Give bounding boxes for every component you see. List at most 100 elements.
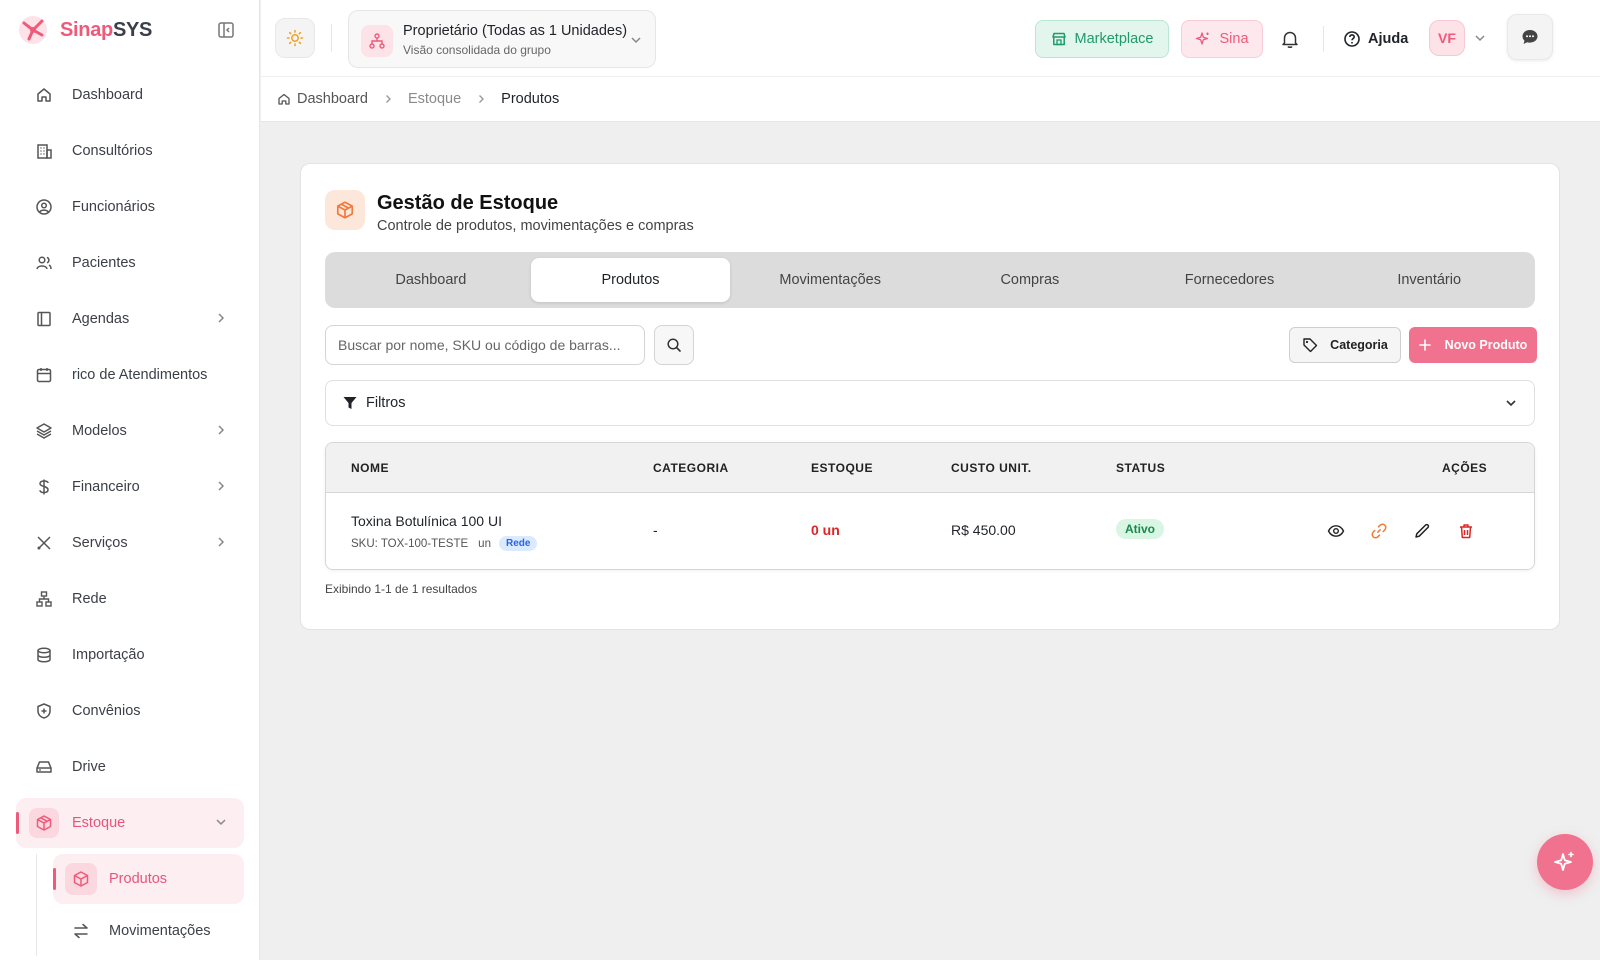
sidebar-item-pacientes[interactable]: Pacientes bbox=[16, 238, 244, 288]
sidebar-item-label: Rede bbox=[72, 591, 107, 607]
sidebar-item-estoque[interactable]: Estoque bbox=[16, 798, 244, 848]
sidebar-item-convenios[interactable]: Convênios bbox=[16, 686, 244, 736]
marketplace-button[interactable]: Marketplace bbox=[1035, 20, 1169, 58]
chevron-down-icon bbox=[1506, 400, 1516, 407]
product-name: Toxina Botulínica 100 UI bbox=[351, 513, 502, 529]
column-header: CATEGORIA bbox=[653, 461, 729, 475]
view-icon[interactable] bbox=[1327, 522, 1345, 540]
sidebar-item-label: Importação bbox=[72, 647, 145, 663]
help-button[interactable]: Ajuda bbox=[1343, 28, 1408, 50]
chevron-right-icon bbox=[475, 93, 487, 105]
package-icon bbox=[65, 863, 97, 895]
chevron-right-icon bbox=[218, 425, 225, 435]
product-meta: SKU: TOX-100-TESTE un Rede bbox=[351, 536, 538, 551]
theme-toggle-button[interactable] bbox=[275, 18, 315, 58]
tab-produtos[interactable]: Produtos bbox=[530, 258, 731, 302]
products-table: NOME CATEGORIA ESTOQUE CUSTO UNIT. STATU… bbox=[325, 442, 1535, 570]
package-icon bbox=[29, 808, 59, 838]
brand-name: SinapSYS bbox=[60, 18, 153, 41]
tab-movimentacoes[interactable]: Movimentações bbox=[730, 258, 930, 302]
sidebar-item-dashboard[interactable]: Dashboard bbox=[16, 70, 244, 120]
filter-icon bbox=[343, 397, 357, 409]
avatar[interactable]: VF bbox=[1429, 20, 1465, 56]
plus-icon bbox=[1418, 339, 1431, 351]
search-button[interactable] bbox=[654, 325, 694, 365]
product-unit: un bbox=[478, 537, 491, 550]
book-icon bbox=[34, 309, 54, 329]
sidebar-subitem-label: Produtos bbox=[109, 871, 168, 887]
topbar: Proprietário (Todas as 1 Unidades) Visão… bbox=[261, 0, 1600, 76]
dollar-icon bbox=[34, 477, 54, 497]
hard-drive-icon bbox=[34, 757, 54, 777]
sidebar-item-label: Estoque bbox=[72, 815, 126, 831]
sidebar-item-label: Pacientes bbox=[72, 255, 136, 271]
database-icon bbox=[34, 645, 54, 665]
sidebar-item-financeiro[interactable]: Financeiro bbox=[16, 462, 244, 512]
results-count: Exibindo 1-1 de 1 resultados bbox=[325, 582, 478, 596]
building-icon bbox=[34, 141, 54, 161]
product-stock: 0 un bbox=[811, 522, 840, 538]
marketplace-label: Marketplace bbox=[1074, 31, 1154, 47]
tab-dashboard[interactable]: Dashboard bbox=[331, 258, 531, 302]
sidebar-item-consultorios[interactable]: Consultórios bbox=[16, 126, 244, 176]
sparkles-icon bbox=[1554, 851, 1574, 871]
edit-icon[interactable] bbox=[1413, 522, 1431, 540]
sidebar-nav: Dashboard Consultórios Funcionários Paci… bbox=[16, 70, 244, 958]
chevron-down-icon[interactable] bbox=[1473, 31, 1487, 45]
sidebar-item-servicos[interactable]: Serviços bbox=[16, 518, 244, 568]
breadcrumb: Dashboard Estoque Produtos bbox=[261, 76, 1600, 122]
sun-icon bbox=[286, 29, 304, 47]
filters-label: Filtros bbox=[366, 395, 406, 411]
chevron-right-icon bbox=[218, 481, 225, 491]
sidebar-item-drive[interactable]: Drive bbox=[16, 742, 244, 792]
category-button[interactable]: Categoria bbox=[1289, 327, 1401, 363]
tab-compras[interactable]: Compras bbox=[930, 258, 1130, 302]
bell-icon[interactable] bbox=[1279, 28, 1301, 50]
calendar-icon bbox=[34, 365, 54, 385]
sidebar-item-importacao[interactable]: Importação bbox=[16, 630, 244, 680]
store-icon bbox=[1051, 31, 1067, 47]
sidebar-subitem-movimentacoes[interactable]: Movimentações bbox=[53, 906, 244, 956]
breadcrumb-section[interactable]: Estoque bbox=[408, 91, 461, 107]
link-icon[interactable] bbox=[1370, 522, 1388, 540]
tab-fornecedores[interactable]: Fornecedores bbox=[1130, 258, 1330, 302]
table-row[interactable]: Toxina Botulínica 100 UI SKU: TOX-100-TE… bbox=[326, 493, 1534, 569]
ai-assistant-button[interactable] bbox=[1537, 834, 1593, 890]
tab-inventario[interactable]: Inventário bbox=[1329, 258, 1529, 302]
breadcrumb-home[interactable]: Dashboard bbox=[277, 91, 368, 107]
sidebar-item-funcionarios[interactable]: Funcionários bbox=[16, 182, 244, 232]
sidebar-item-label: Agendas bbox=[72, 311, 130, 327]
sidebar-item-agendas[interactable]: Agendas bbox=[16, 294, 244, 344]
help-label: Ajuda bbox=[1368, 31, 1409, 47]
package-icon bbox=[325, 190, 365, 230]
unit-subtitle: Visão consolidada do grupo bbox=[403, 43, 551, 57]
sidebar-collapse-icon[interactable] bbox=[216, 20, 236, 40]
trash-icon[interactable] bbox=[1457, 522, 1475, 540]
chat-button[interactable] bbox=[1507, 14, 1553, 60]
chat-bubble-icon bbox=[1522, 30, 1538, 44]
column-header: NOME bbox=[351, 461, 389, 475]
sidebar-subitem-produtos[interactable]: Produtos bbox=[53, 854, 244, 904]
sidebar-item-label: Modelos bbox=[72, 423, 127, 439]
filters-toggle[interactable]: Filtros bbox=[325, 380, 1535, 426]
breadcrumb-home-label: Dashboard bbox=[297, 91, 368, 107]
sidebar-item-modelos[interactable]: Modelos bbox=[16, 406, 244, 456]
search-icon bbox=[667, 338, 681, 352]
chevron-down-icon bbox=[631, 37, 641, 44]
sidebar-item-historico[interactable]: rico de Atendimentos bbox=[16, 350, 244, 400]
sparkles-icon bbox=[1195, 31, 1211, 47]
chevron-right-icon bbox=[382, 93, 394, 105]
sidebar-item-rede[interactable]: Rede bbox=[16, 574, 244, 624]
sidebar-item-label: rico de Atendimentos bbox=[72, 367, 208, 383]
new-product-button[interactable]: Novo Produto bbox=[1409, 327, 1537, 363]
brand[interactable]: SinapSYS bbox=[16, 12, 152, 48]
search-input[interactable] bbox=[325, 325, 645, 365]
help-circle-icon bbox=[1343, 30, 1361, 48]
product-cost: R$ 450.00 bbox=[951, 522, 1016, 538]
sina-button[interactable]: Sina bbox=[1181, 20, 1263, 58]
unit-selector[interactable]: Proprietário (Todas as 1 Unidades) Visão… bbox=[348, 10, 656, 68]
column-header: STATUS bbox=[1116, 461, 1166, 475]
sidebar: SinapSYS Dashboard Consultórios Funcioná… bbox=[0, 0, 260, 960]
divider bbox=[1323, 26, 1324, 52]
table-header: NOME CATEGORIA ESTOQUE CUSTO UNIT. STATU… bbox=[326, 443, 1534, 493]
